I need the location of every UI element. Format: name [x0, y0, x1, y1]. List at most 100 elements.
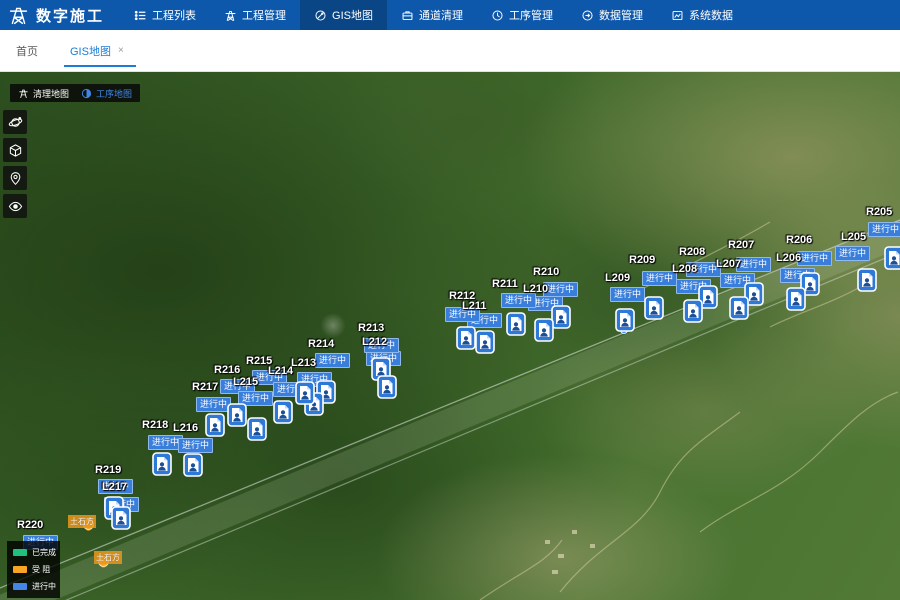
in-progress-swatch [13, 583, 27, 590]
tower-icon [18, 88, 29, 99]
worker-file-icon [786, 287, 806, 311]
worker-marker-icon[interactable] [644, 296, 664, 320]
tower-label-R220: R220 [17, 519, 43, 531]
map[interactable]: 清理地图 工序地图 已完成 受 阻 进行 [0, 72, 900, 600]
location-pin-icon [8, 171, 23, 186]
tower-label-L215: L215 [233, 376, 258, 388]
process-map-button[interactable]: 工序地图 [81, 87, 132, 100]
status-badge-R205[interactable]: 进行中 [868, 222, 900, 237]
worker-file-icon [111, 506, 131, 530]
worker-marker-icon[interactable] [247, 417, 267, 441]
status-badge-L209[interactable]: 进行中 [610, 287, 645, 302]
worker-marker-icon[interactable] [786, 287, 806, 311]
nav-item-project-list[interactable]: 工程列表 [120, 0, 210, 30]
worker-marker-icon[interactable] [183, 453, 203, 477]
worker-file-icon [377, 375, 397, 399]
tower-label-R219: R219 [95, 464, 121, 476]
worker-marker-icon[interactable] [205, 413, 225, 437]
status-badge-L216[interactable]: 进行中 [178, 438, 213, 453]
worker-marker-icon[interactable] [227, 403, 247, 427]
app-logo: 数字施工 [0, 0, 120, 30]
tower-label-R214: R214 [308, 338, 334, 350]
briefcase-icon [401, 9, 414, 22]
worker-marker-icon[interactable] [377, 375, 397, 399]
locate-button[interactable] [3, 166, 27, 190]
worker-file-icon [273, 400, 293, 424]
tab-gis-map[interactable]: GIS地图 × [68, 30, 126, 71]
legend-label: 进行中 [32, 581, 56, 592]
status-badge-R207[interactable]: 进行中 [736, 257, 771, 272]
status-legend: 已完成 受 阻 进行中 [7, 541, 60, 598]
tower-label-R216: R216 [214, 364, 240, 376]
visibility-button[interactable] [3, 194, 27, 218]
worker-marker-icon[interactable] [857, 268, 877, 292]
close-icon[interactable]: × [118, 45, 124, 56]
nav-item-project-mgmt[interactable]: 工程管理 [210, 0, 300, 30]
worker-marker-icon[interactable] [111, 506, 131, 530]
status-badge-R217[interactable]: 进行中 [196, 397, 231, 412]
completed-swatch [13, 549, 27, 556]
process-map-label: 工序地图 [96, 87, 132, 100]
status-badge-R206[interactable]: 进行中 [797, 251, 832, 266]
worker-file-icon [205, 413, 225, 437]
tower-label-L208: L208 [672, 263, 697, 275]
nav-item-label: 工序管理 [509, 7, 553, 23]
view-3d-button[interactable] [3, 138, 27, 162]
cube-icon [8, 143, 23, 158]
worker-marker-icon[interactable] [295, 381, 315, 405]
tower-label-R210: R210 [533, 266, 559, 278]
worker-marker-icon[interactable] [683, 299, 703, 323]
nav-item-system-data[interactable]: 系统数据 [657, 0, 747, 30]
tower-label-L214: L214 [268, 365, 293, 377]
worker-file-icon [683, 299, 703, 323]
tower-label-R207: R207 [728, 239, 754, 251]
worker-marker-icon[interactable] [475, 330, 495, 354]
process-icon [491, 9, 504, 22]
list-icon [134, 9, 147, 22]
tower-label-R217: R217 [192, 381, 218, 393]
earthwork-label: 土石方 [68, 515, 96, 528]
tower-label-R205: R205 [866, 206, 892, 218]
status-badge-R210[interactable]: 进行中 [543, 282, 578, 297]
tab-home[interactable]: 首页 [14, 30, 40, 71]
legend-item-in-progress: 进行中 [13, 581, 54, 592]
worker-marker-icon[interactable] [534, 318, 554, 342]
worker-marker-icon[interactable] [506, 312, 526, 336]
tower-label-R211: R211 [492, 278, 518, 290]
tower-label-L216: L216 [173, 422, 198, 434]
worker-file-icon [884, 246, 900, 270]
worker-marker-icon[interactable] [551, 305, 571, 329]
top-nav: 数字施工 工程列表 工程管理 GIS地图 通道清理 工序管理 数据管理 系统 [0, 0, 900, 30]
blocked-swatch [13, 566, 27, 573]
tower-label-R208: R208 [679, 246, 705, 258]
layers-satellite-button[interactable] [3, 110, 27, 134]
worker-marker-icon[interactable] [884, 246, 900, 270]
nav-item-channel-clean[interactable]: 通道清理 [387, 0, 477, 30]
worker-file-icon [506, 312, 526, 336]
worker-file-icon [615, 308, 635, 332]
half-circle-icon [81, 88, 92, 99]
tab-bar: 首页 GIS地图 × [0, 30, 900, 72]
worker-marker-icon[interactable] [273, 400, 293, 424]
status-badge-L205[interactable]: 进行中 [835, 246, 870, 261]
tower-label-R218: R218 [142, 419, 168, 431]
tower-label-L209: L209 [605, 272, 630, 284]
nav-item-data-mgmt[interactable]: 数据管理 [567, 0, 657, 30]
worker-marker-icon[interactable] [152, 452, 172, 476]
worker-file-icon [247, 417, 267, 441]
map-mode-buttons: 清理地图 工序地图 [10, 84, 140, 102]
eye-icon [8, 199, 23, 214]
worker-file-icon [227, 403, 247, 427]
status-badge-R211[interactable]: 进行中 [501, 293, 536, 308]
worker-marker-icon[interactable] [615, 308, 635, 332]
tower-label-L210: L210 [523, 283, 548, 295]
nav-item-gis-map[interactable]: GIS地图 [300, 0, 387, 30]
tower-label-L217: L217 [102, 481, 127, 493]
nav-item-process-mgmt[interactable]: 工序管理 [477, 0, 567, 30]
status-badge-R214[interactable]: 进行中 [315, 353, 350, 368]
tower-logo-icon [8, 5, 29, 26]
app-title: 数字施工 [36, 5, 104, 26]
clean-map-button[interactable]: 清理地图 [18, 87, 69, 100]
worker-marker-icon[interactable] [456, 326, 476, 350]
worker-marker-icon[interactable] [729, 296, 749, 320]
